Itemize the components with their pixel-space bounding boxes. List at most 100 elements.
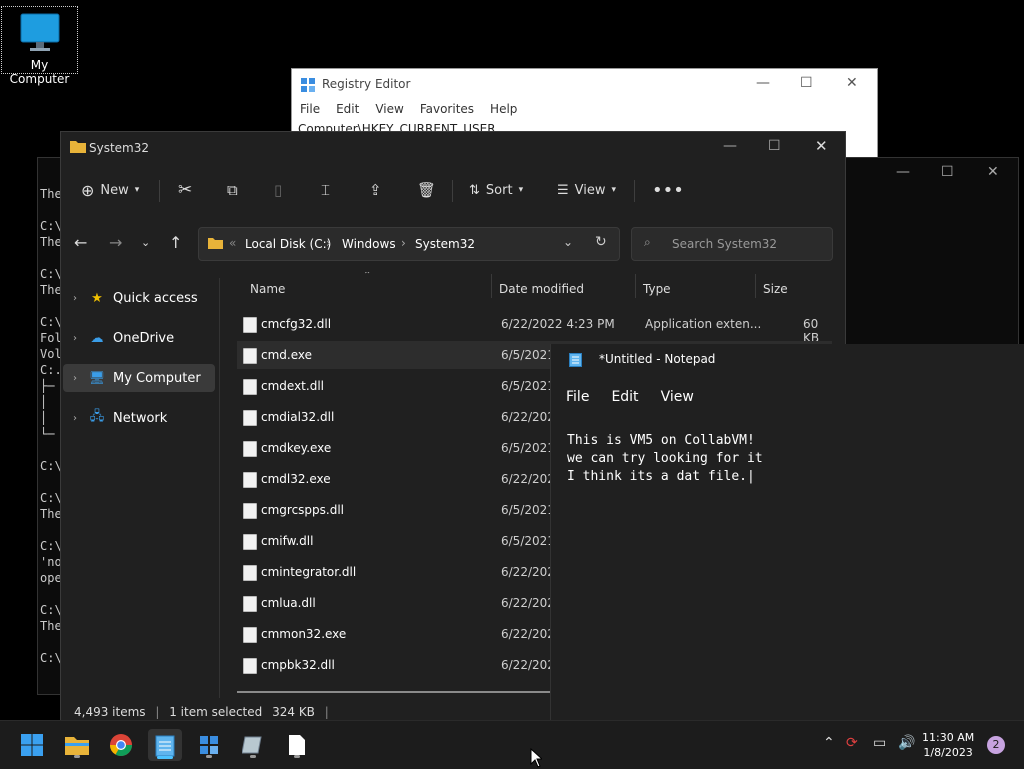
minimize-button[interactable]: — [896, 164, 910, 180]
taskbar-notepad[interactable] [148, 729, 182, 761]
menu-help[interactable]: Help [490, 102, 517, 116]
folder-icon [208, 238, 223, 249]
file-name: cmmon32.exe [261, 627, 347, 641]
nav-quick-access[interactable]: › ★ Quick access [63, 284, 215, 312]
taskbar-chrome[interactable] [105, 729, 137, 761]
taskbar-document[interactable] [281, 729, 313, 761]
maximize-button[interactable]: ☐ [941, 164, 954, 180]
delete-button[interactable]: 🗑 [417, 176, 436, 204]
sync-error-icon[interactable]: ⟳ [846, 735, 858, 751]
address-bar[interactable]: « Local Disk (C:) › Windows › System32 ⌄… [198, 227, 620, 261]
sort-button[interactable]: ⇅ Sort ▾ [469, 176, 523, 204]
column-type[interactable]: Type [643, 282, 671, 296]
clock[interactable]: 11:30 AM 1/8/2023 [922, 730, 974, 760]
close-button[interactable]: ✕ [846, 75, 858, 91]
chrome-icon [110, 734, 132, 756]
menu-edit[interactable]: Edit [336, 102, 359, 116]
notepad-window[interactable]: *Untitled - Notepad File Edit View This is… [550, 344, 1024, 720]
forward-button[interactable]: → [109, 233, 122, 252]
file-icon [243, 658, 257, 674]
nav-my-computer[interactable]: › 🖥 My Computer [63, 364, 215, 392]
chevron-right-icon[interactable]: › [63, 333, 87, 344]
refresh-icon[interactable]: ↻ [595, 234, 607, 250]
ellipsis-icon: ••• [652, 179, 684, 201]
column-date-modified[interactable]: Date modified [499, 282, 584, 296]
taskbar-registry-editor[interactable] [193, 729, 225, 761]
chevron-right-icon[interactable]: › [63, 293, 87, 304]
chevron-right-icon[interactable]: › [63, 373, 87, 384]
network-icon[interactable]: ▭ [873, 735, 886, 751]
chevron-down-icon[interactable]: ⌄ [563, 235, 573, 249]
menu-file[interactable]: File [300, 102, 320, 116]
copy-button[interactable]: ⧉ [227, 176, 238, 204]
file-name: cmdkey.exe [261, 441, 332, 455]
more-options-button[interactable]: ••• [652, 176, 684, 204]
file-row[interactable]: cmcfg32.dll 6/22/2022 4:23 PM Application … [237, 310, 832, 345]
file-name: cmd.exe [261, 348, 313, 362]
new-label: New [100, 182, 129, 198]
minimize-button[interactable]: — [723, 138, 737, 154]
paste-button[interactable]: ▯ [274, 176, 282, 204]
file-type: Application exten... [645, 317, 762, 331]
breadcrumb-system32[interactable]: System32 [415, 237, 475, 251]
volume-icon[interactable]: 🔊 [898, 735, 915, 751]
menu-bar: File Edit View [566, 389, 716, 405]
share-icon: ⇪ [369, 181, 382, 199]
minimize-button[interactable]: — [756, 75, 770, 91]
menu-favorites[interactable]: Favorites [420, 102, 474, 116]
computer-icon: 🖥 [88, 370, 106, 386]
rename-button[interactable]: ⌶ [321, 176, 330, 204]
maximize-button[interactable]: ☐ [800, 75, 813, 91]
nav-network[interactable]: › 🖧 Network [63, 404, 215, 432]
column-size[interactable]: Size [763, 282, 788, 296]
search-box[interactable]: ⌕ Search System32 [631, 227, 833, 261]
share-button[interactable]: ⇪ [369, 176, 382, 204]
chevron-right-icon: › [326, 236, 331, 250]
chevron-down-icon: ▾ [611, 185, 617, 195]
text-editor[interactable]: This is VM5 on CollabVM! we can try look… [567, 432, 763, 486]
desktop-icon-label: My Computer [9, 58, 70, 86]
menu-file[interactable]: File [566, 389, 589, 405]
file-name: cmlua.dll [261, 596, 316, 610]
maximize-button[interactable]: ☐ [768, 138, 781, 154]
taskbar-command-prompt[interactable] [237, 729, 269, 761]
back-button[interactable]: ← [74, 233, 87, 252]
horizontal-scrollbar[interactable] [237, 691, 552, 693]
my-computer-desktop-icon[interactable]: My Computer [1, 6, 78, 86]
sort-label: Sort [485, 182, 513, 198]
folder-icon [65, 737, 89, 755]
arrow-right-icon: → [109, 233, 123, 252]
command-bar: ⊕ New ▾ ✂ ⧉ ▯ ⌶ ⇪ 🗑 ⇅ Sort ▾ ☰ View ▾ ••… [61, 168, 845, 212]
folder-icon [70, 141, 86, 153]
column-name[interactable]: Name [250, 282, 285, 296]
file-name: cmpbk32.dll [261, 658, 335, 672]
new-button[interactable]: ⊕ New ▾ [81, 176, 139, 204]
notification-badge[interactable]: 2 [987, 736, 1005, 754]
breadcrumb-local-disk[interactable]: Local Disk (C:) [245, 237, 331, 251]
cut-button[interactable]: ✂ [178, 176, 192, 204]
close-button[interactable]: ✕ [987, 164, 999, 180]
close-button[interactable]: ✕ [815, 137, 828, 155]
start-button[interactable] [16, 729, 48, 761]
terminal-icon [242, 736, 262, 754]
file-icon [243, 317, 257, 333]
nav-label: My Computer [113, 370, 201, 386]
chevron-up-icon[interactable]: ⌃ [823, 735, 835, 751]
taskbar-file-explorer[interactable] [61, 729, 93, 761]
notepad-icon [155, 735, 175, 757]
menu-view[interactable]: View [375, 102, 403, 116]
chevron-right-icon[interactable]: › [63, 413, 87, 424]
view-button[interactable]: ☰ View ▾ [557, 176, 616, 204]
menu-edit[interactable]: Edit [611, 389, 638, 405]
selection-count: 1 item selected [169, 705, 263, 719]
nav-onedrive[interactable]: › ☁ OneDrive [63, 324, 215, 352]
menu-view[interactable]: View [661, 389, 694, 405]
taskbar: ⌃ ⟳ ▭ 🔊 11:30 AM 1/8/2023 2 [0, 720, 1024, 769]
file-date: 6/22/2022 4:23 PM [501, 317, 615, 331]
recent-locations-button[interactable]: ⌄ [141, 236, 150, 249]
up-button[interactable]: ↑ [169, 233, 182, 252]
breadcrumb-windows[interactable]: Windows [342, 237, 396, 251]
chevron-down-icon: ⌄ [141, 236, 151, 249]
mouse-cursor-icon [530, 748, 542, 768]
arrow-up-icon: ↑ [169, 233, 183, 252]
